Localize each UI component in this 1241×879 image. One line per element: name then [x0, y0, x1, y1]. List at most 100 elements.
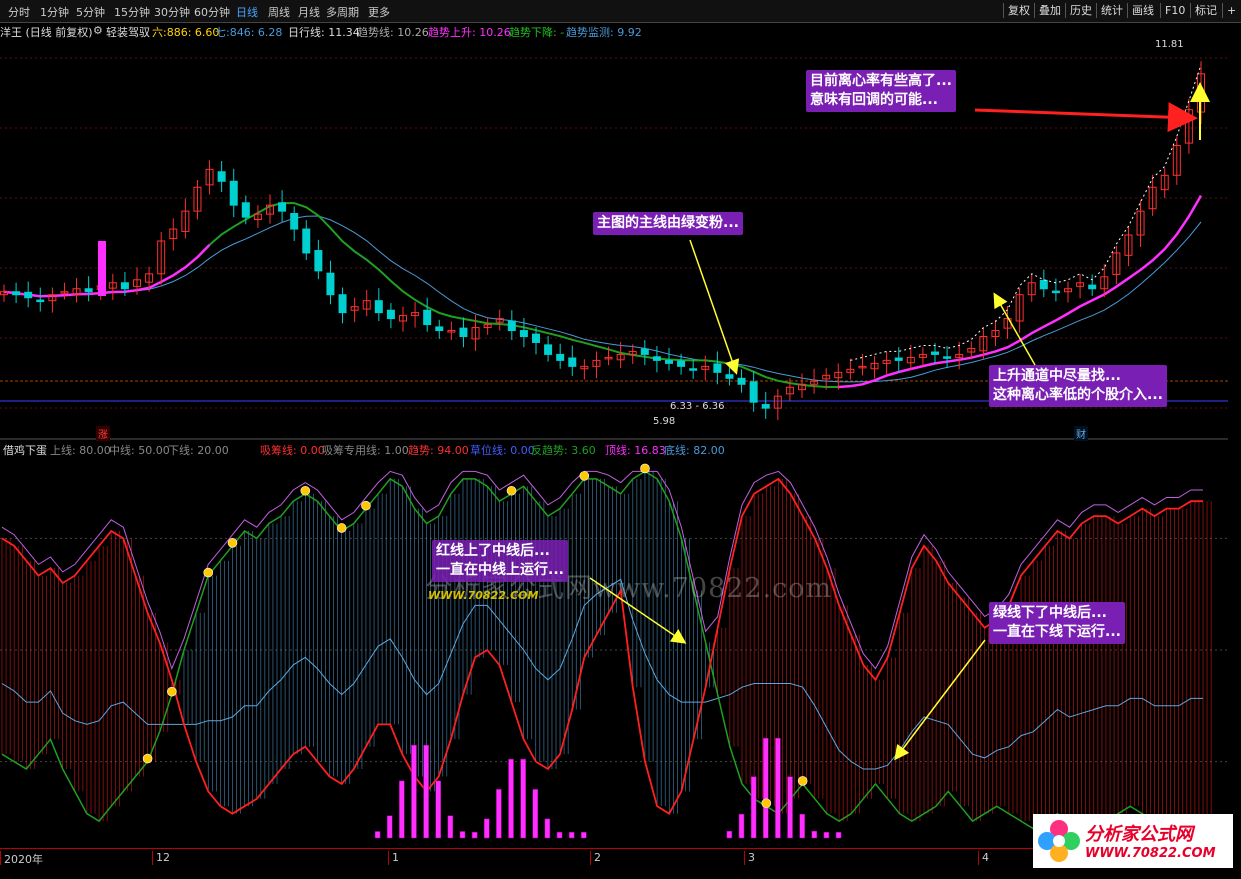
toolbar-button[interactable]: 复权 [1003, 3, 1034, 18]
toolbar-button[interactable]: F10 [1160, 3, 1189, 18]
callout-line: 红线上了中线后... [436, 543, 550, 559]
candle-body [544, 344, 553, 355]
timeframe-tab[interactable]: 15分钟 [114, 4, 150, 20]
candle-body [943, 356, 952, 359]
histogram-bar [520, 758, 526, 839]
callout-line: 这种离心率低的个股介入... [993, 387, 1163, 403]
timeframe-tab[interactable]: 月线 [298, 4, 320, 20]
candle-body [725, 374, 734, 379]
signal-dot [761, 798, 772, 809]
candle-body [120, 282, 129, 290]
candle-body [519, 330, 528, 338]
candle-body [12, 291, 21, 296]
histogram-bar [775, 737, 781, 839]
candle-body [435, 326, 444, 332]
histogram-bar [738, 813, 745, 839]
callout-green-line: 绿线下了中线后... 一直在下线下运行... [989, 602, 1125, 644]
histogram-bar [581, 832, 587, 839]
candle-body [532, 333, 540, 343]
histogram-bar [423, 744, 429, 839]
axis-tick-label: 1 [388, 851, 399, 865]
candle-body [652, 356, 661, 361]
indicator-chart[interactable] [0, 456, 1228, 848]
histogram-bar [435, 780, 441, 839]
histogram-bar [532, 789, 539, 839]
histogram-bar [556, 831, 563, 839]
timeframe-tab[interactable]: 分时 [8, 4, 30, 20]
candle-body [229, 180, 238, 206]
signal-dot [142, 753, 153, 764]
candle-body [568, 357, 577, 367]
timeframe-tab[interactable]: 5分钟 [76, 4, 105, 20]
signal-bar [98, 241, 106, 296]
histogram-bar [496, 789, 502, 839]
flower-logo-icon [1038, 820, 1080, 862]
timeframe-tab[interactable]: 更多 [368, 4, 390, 20]
histogram-bar [750, 776, 757, 839]
callout-line: 一直在中线上运行... [436, 562, 564, 578]
signal-dot [300, 485, 311, 496]
candle-body [677, 360, 686, 367]
candle-body [217, 171, 226, 182]
toolbar-button[interactable]: 叠加 [1034, 3, 1065, 18]
candle-body [1088, 284, 1097, 290]
toolbar-button[interactable]: + [1222, 3, 1240, 18]
signal-dot [227, 538, 238, 548]
logo-url: WWW.70822.COM [1085, 846, 1216, 861]
candle-body [737, 377, 746, 385]
candle-body [640, 348, 649, 355]
histogram-bar [763, 737, 769, 839]
candle-body [1051, 290, 1060, 294]
callout-line: 绿线下了中线后... [993, 605, 1107, 621]
toolbar-button[interactable]: 画线 [1127, 3, 1158, 18]
toolbar-button[interactable]: 标记 [1190, 3, 1221, 18]
candle-body [459, 327, 468, 338]
histogram-bar [823, 832, 830, 839]
high-price-label: 11.81 [1155, 39, 1184, 50]
callout-red-line: 红线上了中线后... 一直在中线上运行... [432, 540, 568, 582]
callout-line: 主图的主线由绿变粉... [597, 215, 739, 231]
histogram-bar [447, 815, 454, 839]
toolbar-button[interactable]: 统计 [1096, 3, 1127, 18]
timeframe-tab[interactable]: 日线 [236, 4, 258, 20]
histogram-bar [787, 776, 793, 839]
zhang-badge: 涨 [96, 426, 110, 441]
signal-dot [797, 776, 808, 786]
candle-body [241, 202, 250, 218]
histogram-bar [508, 758, 514, 839]
candle-body [314, 250, 323, 272]
site-logo: 分析家公式网 WWW.70822.COM [1033, 814, 1233, 868]
candle-body [36, 299, 45, 303]
timeframe-tab[interactable]: 1分钟 [40, 4, 69, 20]
axis-tick-label: 2020年 [0, 851, 43, 866]
candle-body [1039, 279, 1048, 290]
signal-dot [167, 686, 177, 697]
timeframe-tab[interactable]: 30分钟 [154, 4, 190, 20]
histogram-bar [459, 831, 466, 839]
indicator-green-line [1, 470, 1203, 830]
signal-dot [506, 485, 517, 496]
axis-tick-label: 4 [978, 851, 989, 865]
signal-dot [361, 500, 371, 511]
candle-body [665, 359, 673, 364]
candle-body [290, 213, 299, 230]
callout-line: 上升通道中尽量找... [993, 368, 1121, 384]
histogram-bar [411, 744, 417, 839]
gear-icon[interactable]: ⚙ [93, 24, 103, 37]
toolbar-button[interactable]: 历史 [1065, 3, 1096, 18]
callout-line: 目前离心率有些高了... [810, 73, 952, 89]
histogram-bar [399, 780, 405, 839]
main-info-bar: 洋王 (日线 前复权) ⚙ 轻装驾驭 六:886: 6.60 七:846: 6.… [0, 22, 1241, 39]
candle-body [931, 351, 939, 355]
timeframe-tab[interactable]: 多周期 [326, 4, 359, 20]
timeframe-tab[interactable]: 周线 [268, 4, 290, 20]
candle-body [326, 272, 335, 296]
histogram-bar [799, 813, 805, 839]
candle-body [894, 357, 903, 361]
candle-body [761, 404, 770, 409]
histogram-bar [726, 830, 733, 839]
candle-body [423, 309, 432, 326]
candle-body [386, 309, 395, 320]
timeframe-tab[interactable]: 60分钟 [194, 4, 230, 20]
indicator-info-bar: 借鸡下蛋 上线: 80.00 中线: 50.00 下线: 20.00 吸筹线: … [0, 440, 1241, 457]
